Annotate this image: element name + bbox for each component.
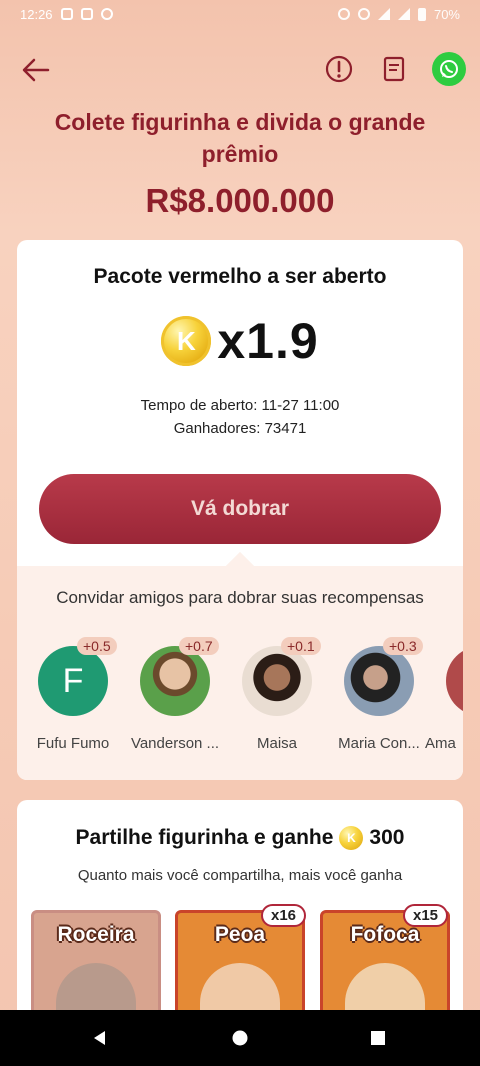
invite-section: Convidar amigos para dobrar suas recompe…	[17, 566, 463, 780]
packet-title: Pacote vermelho a ser aberto	[93, 265, 387, 288]
friend-item[interactable]: F +0.5 Fufu Fumo	[17, 637, 117, 756]
coin-icon: K	[161, 316, 212, 366]
sticker-count-badge: x15	[403, 904, 449, 927]
sticker-count-badge: x16	[261, 904, 307, 927]
notification-icon	[60, 8, 73, 20]
document-icon	[383, 56, 405, 82]
open-time: Tempo de aberto: 11-27 11:00	[140, 397, 340, 414]
friend-name: Maisa	[256, 735, 297, 752]
status-right: 70%	[337, 6, 460, 22]
bonus-badge: +0.5	[77, 637, 117, 655]
home-circle-icon	[232, 1030, 248, 1046]
nav-back-button[interactable]	[86, 1024, 114, 1052]
nav-home-button[interactable]	[226, 1024, 254, 1052]
bonus-badge: +0.1	[281, 637, 321, 655]
friend-list: F +0.5 Fufu Fumo +0.7 Vanderson ... +0.1…	[17, 637, 463, 766]
coin-multiplier: x1.9	[217, 313, 319, 369]
rules-button[interactable]	[322, 52, 356, 86]
bonus-badge: +0.7	[179, 637, 219, 655]
whatsapp-icon	[440, 60, 458, 78]
friend-name: Maria Con...	[338, 735, 420, 752]
invite-title: Convidar amigos para dobrar suas recompe…	[56, 588, 424, 607]
top-bar	[0, 48, 480, 92]
back-button[interactable]	[18, 52, 54, 88]
friend-name: Vanderson ...	[130, 735, 220, 752]
avatar-initial: F	[62, 661, 84, 700]
share-title: Partilhe figurinha e ganhe	[75, 826, 334, 849]
status-time: 12:26	[20, 6, 53, 22]
battery-level: 70%	[433, 6, 460, 22]
avatar: F	[38, 646, 108, 716]
coin-letter: K	[176, 325, 196, 356]
page-title: Colete figurinha e divida o grande prêmi…	[54, 109, 426, 167]
arrow-left-icon	[22, 58, 50, 82]
friend-item[interactable]: +0.1 Maisa	[221, 637, 321, 756]
sticker-label: Roceira	[57, 923, 135, 946]
triangle-back-icon	[94, 1031, 105, 1045]
share-title-row: Partilhe figurinha e ganhe K 300	[17, 826, 463, 850]
red-packet-card: Pacote vermelho a ser aberto K x1.9 Temp…	[17, 240, 463, 780]
wifi-icon	[377, 8, 390, 20]
avatar	[140, 646, 210, 716]
friend-item[interactable]: Ama	[425, 646, 463, 756]
avatar	[242, 646, 312, 716]
coin-icon: K	[339, 826, 364, 850]
data-saver-icon	[357, 8, 370, 20]
share-amount: 300	[369, 826, 405, 849]
status-bar: 12:26 70%	[0, 0, 480, 28]
double-button[interactable]: Vá dobrar	[39, 474, 441, 544]
notification-icon	[100, 8, 113, 20]
location-icon	[337, 8, 350, 20]
share-subtitle: Quanto mais você compartilha, mais você …	[77, 867, 403, 884]
whatsapp-share-button[interactable]	[432, 52, 466, 86]
prize-amount: R$8.000.000	[145, 182, 335, 219]
winners-count: Ganhadores: 73471	[173, 420, 307, 437]
info-icon	[325, 55, 353, 83]
square-recents-icon	[371, 1031, 385, 1045]
avatar	[446, 646, 463, 716]
bonus-badge: +0.3	[383, 637, 423, 655]
status-left: 12:26	[20, 7, 113, 22]
records-button[interactable]	[377, 52, 411, 86]
system-nav-bar	[0, 1010, 480, 1066]
battery-icon	[417, 7, 426, 21]
avatar	[344, 646, 414, 716]
share-card: Partilhe figurinha e ganhe K 300 Quanto …	[17, 800, 463, 1040]
friend-name: Ama	[425, 735, 456, 752]
friend-name: Fufu Fumo	[36, 735, 110, 752]
nav-recents-button[interactable]	[364, 1024, 392, 1052]
signal-icon	[397, 8, 410, 20]
coin-letter: K	[347, 831, 356, 845]
coin-multiplier-row: K x1.9	[17, 312, 463, 370]
notification-icon	[80, 8, 93, 20]
friend-item[interactable]: +0.7 Vanderson ...	[119, 637, 219, 756]
friend-item[interactable]: +0.3 Maria Con...	[323, 637, 423, 756]
